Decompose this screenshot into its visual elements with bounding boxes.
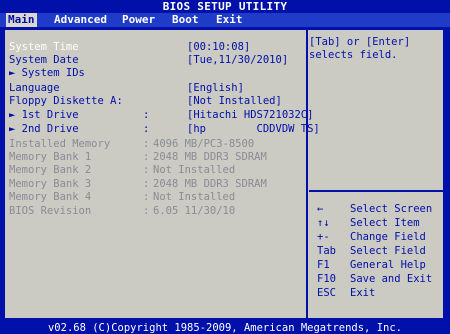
menu-bar: Main Advanced Power Boot Exit <box>0 13 450 27</box>
tab-advanced[interactable]: Advanced <box>52 13 109 27</box>
memory-bank-3-value: 2048 MB DDR3 SDRAM <box>153 178 267 190</box>
memory-bank-3-label: Memory Bank 3 <box>9 178 92 190</box>
settings-pane: System Time [00:10:08] System Date [Tue,… <box>5 30 320 318</box>
memory-bank-4-label: Memory Bank 4 <box>9 191 92 203</box>
second-drive-submenu[interactable]: ► 2nd Drive <box>9 123 79 136</box>
colon: : <box>143 178 150 190</box>
key-updown-arrow-icon: ↑↓ <box>317 217 330 229</box>
colon: : <box>143 138 150 150</box>
floppy-label[interactable]: Floppy Diskette A: <box>9 95 123 108</box>
help-separator <box>309 190 443 192</box>
copyright-footer: v02.68 (C)Copyright 1985-2009, American … <box>47 322 402 334</box>
key-left-arrow-icon: ← <box>317 203 324 215</box>
floppy-value[interactable]: [Not Installed] <box>187 95 282 108</box>
colon: : <box>143 151 150 163</box>
key-desc-change-field: Change Field <box>350 231 426 243</box>
key-tab: Tab <box>317 245 336 257</box>
pane-divider <box>306 30 308 318</box>
help-line-2: selects field. <box>309 49 398 61</box>
key-esc: ESC <box>317 287 336 299</box>
memory-bank-2-label: Memory Bank 2 <box>9 164 92 176</box>
first-drive-value[interactable]: [Hitachi HDS721032C] <box>187 109 313 122</box>
key-desc-save-exit: Save and Exit <box>350 273 433 285</box>
help-line-1: [Tab] or [Enter] <box>309 36 411 48</box>
system-time-value[interactable]: [00:10:08] <box>187 41 250 54</box>
colon: : <box>143 191 150 203</box>
tab-main[interactable]: Main <box>6 13 37 27</box>
colon: : <box>143 123 150 135</box>
key-f10: F10 <box>317 273 336 285</box>
key-desc-select-item: Select Item <box>350 217 420 229</box>
help-text: [Tab] or [Enter] selects field. <box>309 36 443 62</box>
bios-title: BIOS SETUP UTILITY <box>162 0 288 13</box>
second-drive-value[interactable]: [hp CDDVDW TS] <box>187 123 320 136</box>
language-label[interactable]: Language <box>9 82 60 95</box>
system-ids-submenu[interactable]: ► System IDs <box>9 67 85 80</box>
memory-bank-4-value: Not Installed <box>153 191 236 203</box>
key-desc-general-help: General Help <box>350 259 426 271</box>
colon: : <box>143 164 150 176</box>
tab-boot[interactable]: Boot <box>170 13 201 27</box>
system-date-value[interactable]: [Tue,11/30/2010] <box>187 54 288 67</box>
installed-memory-label: Installed Memory <box>9 138 111 150</box>
system-date-label[interactable]: System Date <box>9 54 79 67</box>
key-f1: F1 <box>317 259 330 271</box>
tab-power[interactable]: Power <box>120 13 157 27</box>
first-drive-submenu[interactable]: ► 1st Drive <box>9 109 79 122</box>
key-desc-exit: Exit <box>350 287 376 299</box>
memory-bank-2-value: Not Installed <box>153 164 236 176</box>
language-value[interactable]: [English] <box>187 82 244 95</box>
colon: : <box>143 109 150 121</box>
key-desc-select-field: Select Field <box>350 245 426 257</box>
memory-bank-1-value: 2048 MB DDR3 SDRAM <box>153 151 267 163</box>
tab-exit[interactable]: Exit <box>214 13 245 27</box>
key-plus-minus: +- <box>317 231 330 243</box>
main-panel: System Time [00:10:08] System Date [Tue,… <box>4 29 444 319</box>
colon: : <box>143 205 150 217</box>
key-desc-select-screen: Select Screen <box>350 203 433 215</box>
bios-revision-label: BIOS Revision <box>9 205 92 217</box>
installed-memory-value: 4096 MB/PC3-8500 <box>153 138 255 150</box>
bios-revision-value: 6.05 11/30/10 <box>153 205 236 217</box>
system-time-label[interactable]: System Time <box>9 41 79 54</box>
memory-bank-1-label: Memory Bank 1 <box>9 151 92 163</box>
